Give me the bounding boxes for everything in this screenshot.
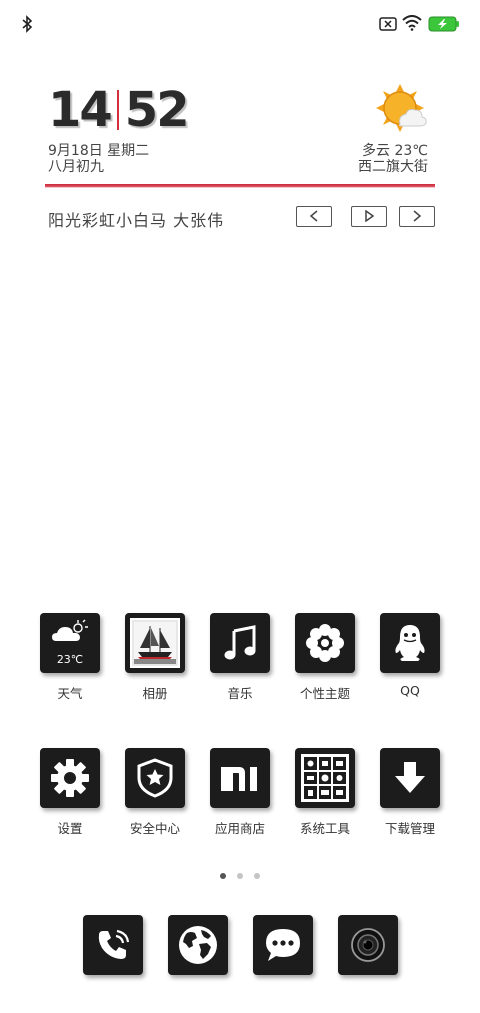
app-label: 应用商店 bbox=[214, 821, 265, 836]
app-label: QQ bbox=[400, 683, 420, 698]
play-icon bbox=[364, 207, 375, 226]
app-label: 下载管理 bbox=[384, 821, 435, 836]
app-label: 音乐 bbox=[227, 686, 253, 701]
music-note-icon bbox=[210, 613, 270, 673]
music-previous-button[interactable] bbox=[296, 206, 332, 227]
battery-charging-icon bbox=[428, 16, 460, 36]
browser-globe-icon bbox=[168, 915, 228, 975]
page-dot-active[interactable] bbox=[220, 873, 226, 879]
app-weather[interactable]: 23℃ 天气 bbox=[30, 613, 110, 702]
app-gallery[interactable]: 相册 bbox=[115, 613, 195, 702]
app-qq[interactable]: QQ bbox=[370, 613, 450, 698]
sim-missing-icon bbox=[379, 16, 397, 35]
shield-star-icon bbox=[125, 748, 185, 808]
dock-browser[interactable] bbox=[158, 915, 238, 975]
weather-icon: 23℃ bbox=[40, 613, 100, 673]
gallery-icon bbox=[125, 613, 185, 673]
app-themes[interactable]: 个性主题 bbox=[285, 613, 365, 702]
phone-icon bbox=[83, 915, 143, 975]
app-label: 天气 bbox=[57, 686, 83, 701]
lunar-date-text: 八月初九 bbox=[48, 159, 104, 175]
theme-flower-icon bbox=[295, 613, 355, 673]
status-bar bbox=[0, 0, 480, 50]
tools-grid-icon bbox=[295, 748, 355, 808]
page-dot[interactable] bbox=[237, 873, 243, 879]
app-label: 系统工具 bbox=[299, 821, 350, 836]
app-label: 个性主题 bbox=[299, 686, 350, 701]
app-store[interactable]: 应用商店 bbox=[200, 748, 280, 837]
chevron-right-icon bbox=[412, 207, 422, 226]
music-track-title[interactable]: 阳光彩虹小白马 大张伟 bbox=[48, 207, 224, 231]
clock-separator bbox=[116, 90, 119, 130]
weather-location: 西二旗大街 bbox=[358, 159, 428, 175]
weather-tile-temp: 23℃ bbox=[56, 653, 84, 666]
app-settings[interactable]: 设置 bbox=[30, 748, 110, 837]
dock-camera[interactable] bbox=[328, 915, 408, 975]
qq-penguin-icon bbox=[380, 613, 440, 673]
app-security[interactable]: 安全中心 bbox=[115, 748, 195, 837]
mi-store-icon bbox=[210, 748, 270, 808]
page-dot[interactable] bbox=[254, 873, 260, 879]
partly-cloudy-sun-icon[interactable] bbox=[374, 84, 428, 140]
music-next-button[interactable] bbox=[399, 206, 435, 227]
camera-icon bbox=[338, 915, 398, 975]
app-system-tools[interactable]: 系统工具 bbox=[285, 748, 365, 837]
download-arrow-icon bbox=[380, 748, 440, 808]
app-downloads[interactable]: 下载管理 bbox=[370, 748, 450, 837]
app-label: 安全中心 bbox=[129, 821, 180, 836]
clock-hours: 14 bbox=[48, 82, 113, 138]
chevron-left-icon bbox=[309, 207, 319, 226]
dock-messages[interactable] bbox=[243, 915, 323, 975]
gear-icon bbox=[40, 748, 100, 808]
clock-minutes: 52 bbox=[124, 82, 190, 138]
app-music[interactable]: 音乐 bbox=[200, 613, 280, 702]
app-label: 设置 bbox=[57, 821, 83, 836]
music-play-button[interactable] bbox=[351, 206, 387, 227]
wifi-icon bbox=[402, 15, 422, 35]
messages-icon bbox=[253, 915, 313, 975]
clock[interactable]: 14 52 bbox=[48, 82, 190, 138]
widget-divider bbox=[45, 184, 435, 188]
app-label: 相册 bbox=[142, 686, 168, 701]
bluetooth-icon bbox=[21, 15, 33, 37]
dock-phone[interactable] bbox=[73, 915, 153, 975]
